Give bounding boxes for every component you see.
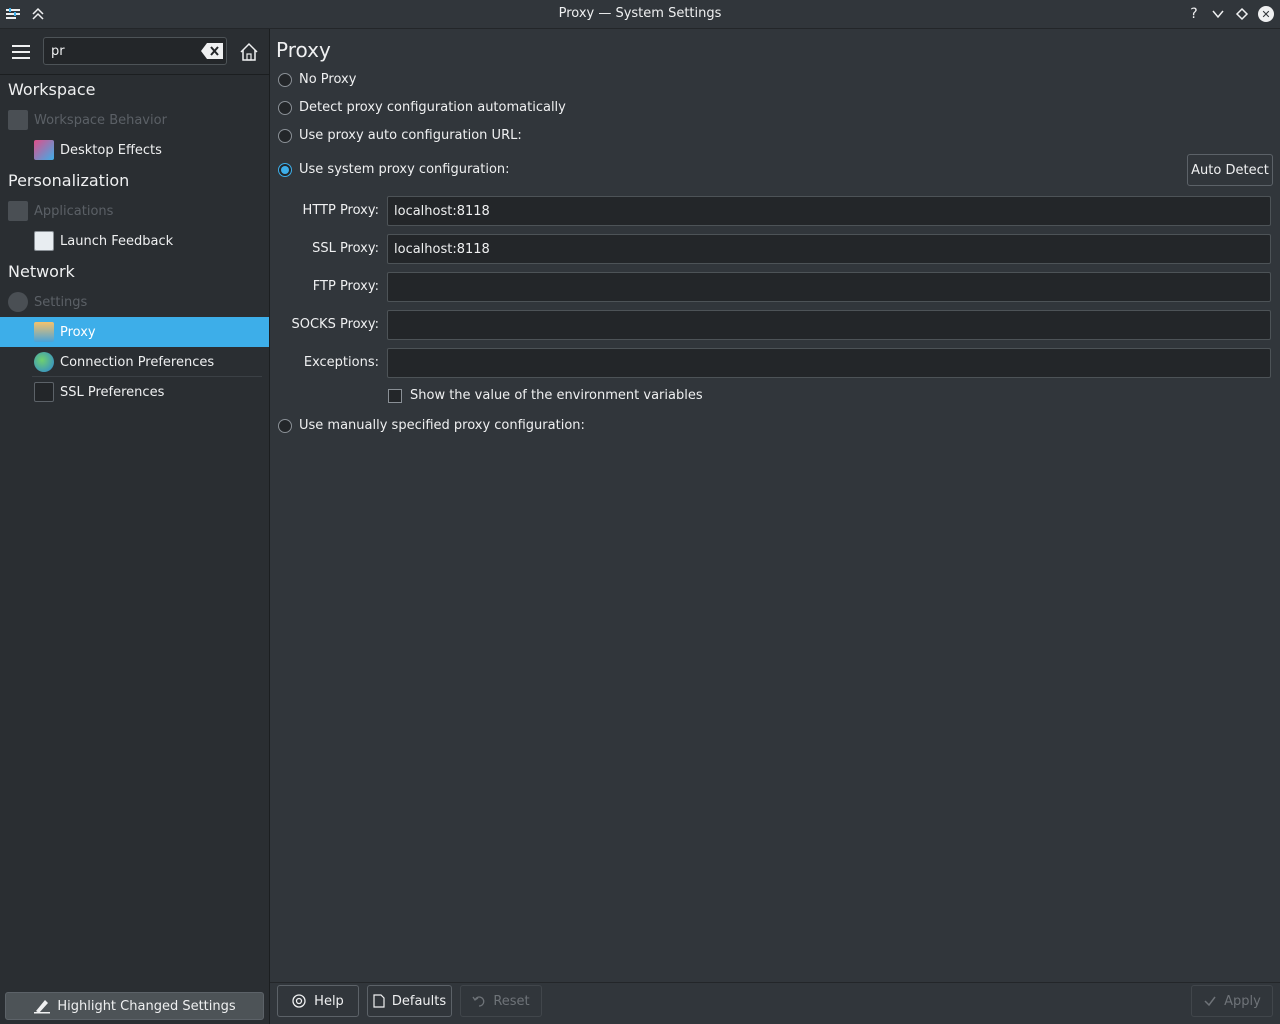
clear-search-icon[interactable] xyxy=(200,42,224,60)
title-bar: Proxy — System Settings ? ✕ xyxy=(0,0,1280,29)
auto-detect-button[interactable]: Auto Detect xyxy=(1187,154,1273,186)
category-workspace-behavior[interactable]: Workspace Behavior xyxy=(8,109,167,131)
ssl-proxy-field[interactable] xyxy=(387,234,1271,264)
http-proxy-label: HTTP Proxy: xyxy=(302,203,379,218)
checkbox[interactable] xyxy=(388,388,402,403)
launch-feedback-icon xyxy=(34,231,54,251)
category-applications[interactable]: Applications xyxy=(8,200,113,222)
desktop-effects-icon xyxy=(34,140,54,160)
highlighter-icon xyxy=(34,1000,51,1014)
option-detect-auto[interactable]: Detect proxy configuration automatically xyxy=(278,100,566,115)
sidebar-item-ssl-preferences[interactable]: SSL Preferences xyxy=(0,377,269,407)
sidebar-item-proxy[interactable]: Proxy xyxy=(0,317,269,347)
proxy-icon xyxy=(34,322,54,342)
search-row xyxy=(0,29,269,75)
category-settings[interactable]: Settings xyxy=(8,291,87,313)
section-heading-workspace: Workspace xyxy=(8,80,96,99)
workspace-behavior-icon xyxy=(8,110,28,130)
sidebar-item-label: Connection Preferences xyxy=(60,354,215,370)
document-icon xyxy=(373,994,385,1008)
page-title: Proxy xyxy=(276,38,331,62)
ssl-preferences-icon xyxy=(34,382,54,402)
option-auto-config-url[interactable]: Use proxy auto configuration URL: xyxy=(278,128,522,143)
ftp-proxy-label: FTP Proxy: xyxy=(312,279,379,294)
globe-icon xyxy=(34,352,54,372)
ssl-proxy-label: SSL Proxy: xyxy=(312,241,379,256)
radio-button[interactable] xyxy=(278,128,292,143)
option-no-proxy[interactable]: No Proxy xyxy=(278,72,356,87)
network-settings-icon xyxy=(8,292,28,312)
socks-proxy-field[interactable] xyxy=(387,310,1271,340)
sidebar-item-label: Desktop Effects xyxy=(60,142,162,158)
lifebuoy-icon xyxy=(292,994,306,1008)
radio-button[interactable] xyxy=(278,418,292,433)
footer-divider xyxy=(270,982,1280,983)
sidebar-item-label: Proxy xyxy=(60,324,96,340)
undo-icon xyxy=(472,996,485,1007)
radio-button[interactable] xyxy=(278,100,292,115)
minimize-icon[interactable] xyxy=(1208,4,1228,24)
sidebar: Workspace Workspace Behavior Desktop Eff… xyxy=(0,29,270,1024)
applications-icon xyxy=(8,201,28,221)
sidebar-item-launch-feedback[interactable]: Launch Feedback xyxy=(0,226,269,256)
exceptions-label: Exceptions: xyxy=(303,355,379,370)
radio-button[interactable] xyxy=(278,72,292,87)
socks-proxy-label: SOCKS Proxy: xyxy=(291,317,379,332)
radio-button-checked[interactable] xyxy=(278,162,292,177)
help-icon[interactable]: ? xyxy=(1184,4,1204,24)
section-heading-personalization: Personalization xyxy=(8,171,130,190)
exceptions-field[interactable] xyxy=(387,348,1271,378)
hamburger-menu-icon[interactable] xyxy=(10,41,32,63)
reset-button[interactable]: Reset xyxy=(460,985,542,1017)
defaults-button[interactable]: Defaults xyxy=(367,985,452,1017)
apply-button[interactable]: Apply xyxy=(1191,985,1273,1017)
maximize-icon[interactable] xyxy=(1232,4,1252,24)
show-env-variables-option[interactable]: Show the value of the environment variab… xyxy=(388,388,703,403)
sidebar-item-connection-preferences[interactable]: Connection Preferences xyxy=(0,347,269,377)
http-proxy-field[interactable] xyxy=(387,196,1271,226)
option-system-proxy[interactable]: Use system proxy configuration: xyxy=(278,162,510,177)
close-window-icon[interactable]: ✕ xyxy=(1256,4,1276,24)
option-manual-proxy[interactable]: Use manually specified proxy configurati… xyxy=(278,418,585,433)
highlight-changed-settings-button[interactable]: Highlight Changed Settings xyxy=(5,992,264,1020)
help-button[interactable]: Help xyxy=(277,985,359,1017)
section-heading-network: Network xyxy=(8,262,75,281)
checkmark-icon xyxy=(1204,996,1216,1007)
sidebar-item-desktop-effects[interactable]: Desktop Effects xyxy=(0,135,269,165)
sidebar-item-label: SSL Preferences xyxy=(60,384,165,400)
window-title: Proxy — System Settings xyxy=(558,6,722,21)
sidebar-item-label: Launch Feedback xyxy=(60,233,174,249)
home-icon[interactable] xyxy=(238,41,260,63)
ftp-proxy-field[interactable] xyxy=(387,272,1271,302)
